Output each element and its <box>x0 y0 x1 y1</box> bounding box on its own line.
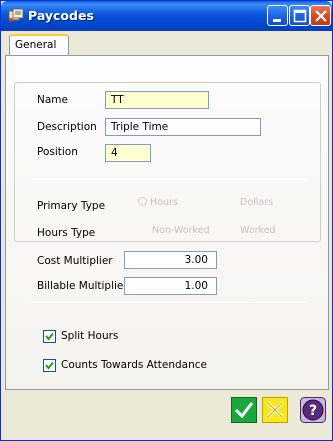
primary-type-dollars-option[interactable]: Dollars <box>240 197 273 208</box>
maximize-button[interactable] <box>289 5 310 26</box>
separator <box>31 179 308 180</box>
description-value: Triple Time <box>111 121 169 133</box>
help-question-icon: ? <box>300 397 326 423</box>
window-title: Paycodes <box>28 8 94 23</box>
paycodes-window: Paycodes General Name TT Description Tri… <box>0 0 333 441</box>
hours-type-worked-option[interactable]: Worked <box>240 225 276 236</box>
close-button[interactable] <box>310 5 331 26</box>
billable-multiplier-value: 1.00 <box>184 280 208 292</box>
checkmark-icon <box>231 397 257 423</box>
split-hours-label: Split Hours <box>61 330 119 342</box>
separator <box>31 302 308 303</box>
tab-strip: General <box>5 34 330 56</box>
title-bar[interactable]: Paycodes <box>1 1 332 31</box>
primary-type-label: Primary Type <box>37 200 106 212</box>
position-field[interactable]: 4 <box>105 144 151 162</box>
primary-type-hours-option[interactable]: Hours <box>138 197 178 208</box>
help-button[interactable]: ? <box>300 397 326 423</box>
primary-type-hours-label: Hours <box>150 197 178 208</box>
cancel-x-icon <box>262 397 288 423</box>
minimize-button[interactable] <box>267 5 288 26</box>
name-label: Name <box>37 94 68 106</box>
cancel-button[interactable] <box>262 397 288 423</box>
tab-general-label: General <box>15 39 57 51</box>
billable-multiplier-field[interactable]: 1.00 <box>124 277 217 295</box>
cost-multiplier-value: 3.00 <box>184 254 208 266</box>
cost-multiplier-label: Cost Multiplier <box>37 255 113 267</box>
split-hours-checkbox[interactable] <box>43 330 56 343</box>
ok-button[interactable] <box>231 397 257 423</box>
name-value: TT <box>111 94 124 106</box>
tab-general[interactable]: General <box>9 34 69 56</box>
hours-type-label: Hours Type <box>37 227 96 239</box>
radio-icon <box>138 197 147 206</box>
app-icon <box>8 9 24 22</box>
name-field[interactable]: TT <box>105 91 209 109</box>
counts-attendance-label: Counts Towards Attendance <box>61 359 208 371</box>
checkmark-icon <box>45 332 54 341</box>
minimize-icon <box>273 19 281 22</box>
primary-type-dollars-label: Dollars <box>240 197 274 208</box>
svg-text:?: ? <box>309 403 317 419</box>
checkmark-icon <box>45 361 54 370</box>
maximize-icon <box>293 9 307 23</box>
billable-multiplier-label: Billable Multiplier <box>37 280 128 292</box>
general-panel: Name TT Description Triple Time Position… <box>5 55 329 390</box>
hours-type-worked-label: Worked <box>240 225 276 236</box>
position-label: Position <box>37 146 78 158</box>
description-label: Description <box>37 121 97 133</box>
description-field[interactable]: Triple Time <box>105 118 261 136</box>
hours-type-nonworked-label: Non-Worked <box>152 225 210 236</box>
hours-type-nonworked-option[interactable]: Non-Worked <box>152 225 210 236</box>
close-icon <box>315 10 327 22</box>
cost-multiplier-field[interactable]: 3.00 <box>124 251 217 269</box>
counts-attendance-checkbox[interactable] <box>43 359 56 372</box>
position-value: 4 <box>111 147 118 159</box>
